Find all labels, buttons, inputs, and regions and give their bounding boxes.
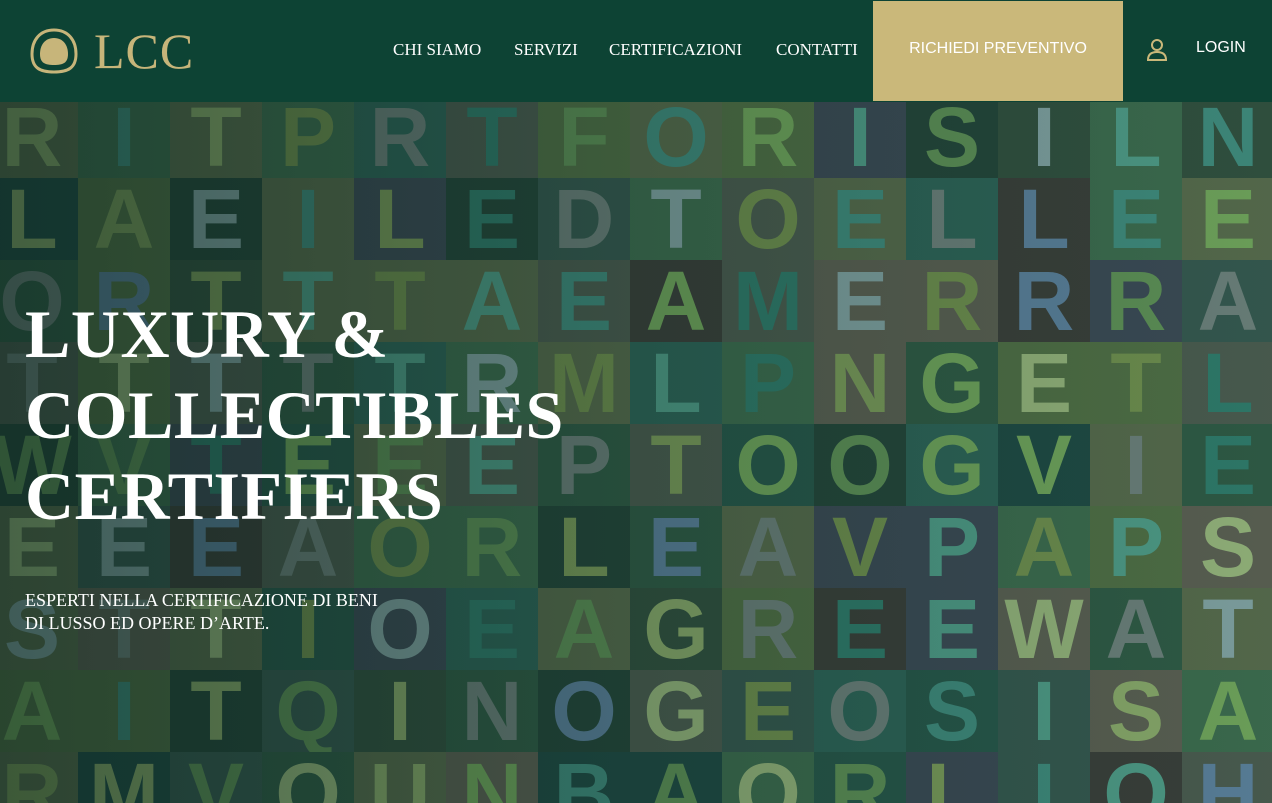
hero-section: RITPRTFORISILNLAEILEDTOELLEEORTTTAEAMERR… xyxy=(0,102,1272,803)
nav-item-contatti[interactable]: CONTATTI xyxy=(776,40,858,60)
hero-title-line: CERTIFIERS xyxy=(25,458,444,534)
site-header: LCC CHI SIAMO SERVIZI CERTIFICAZIONI CON… xyxy=(0,0,1272,102)
nav-item-certificazioni[interactable]: CERTIFICAZIONI xyxy=(609,40,742,60)
hero-title-line: COLLECTIBLES xyxy=(25,377,564,453)
nav-item-chi-siamo[interactable]: CHI SIAMO xyxy=(393,40,481,60)
logo-text: LCC xyxy=(94,23,195,79)
request-quote-button[interactable]: RICHIEDI PREVENTIVO xyxy=(873,1,1123,101)
login-link[interactable]: LOGIN xyxy=(1196,39,1246,57)
logo[interactable]: LCC xyxy=(30,26,194,76)
hero-title-line: LUXURY & xyxy=(25,296,389,372)
nav-item-servizi[interactable]: SERVIZI xyxy=(514,40,578,60)
hero-subtitle-line: DI LUSSO ED OPERE D’ARTE. xyxy=(25,613,270,633)
user-icon[interactable] xyxy=(1146,38,1168,62)
hero-subtitle-line: ESPERTI NELLA CERTIFICAZIONE DI BENI xyxy=(25,590,378,610)
logo-emblem-icon xyxy=(30,28,78,74)
hero-title: LUXURY & COLLECTIBLES CERTIFIERS xyxy=(25,294,645,537)
hero-subtitle: ESPERTI NELLA CERTIFICAZIONE DI BENI DI … xyxy=(25,589,445,635)
